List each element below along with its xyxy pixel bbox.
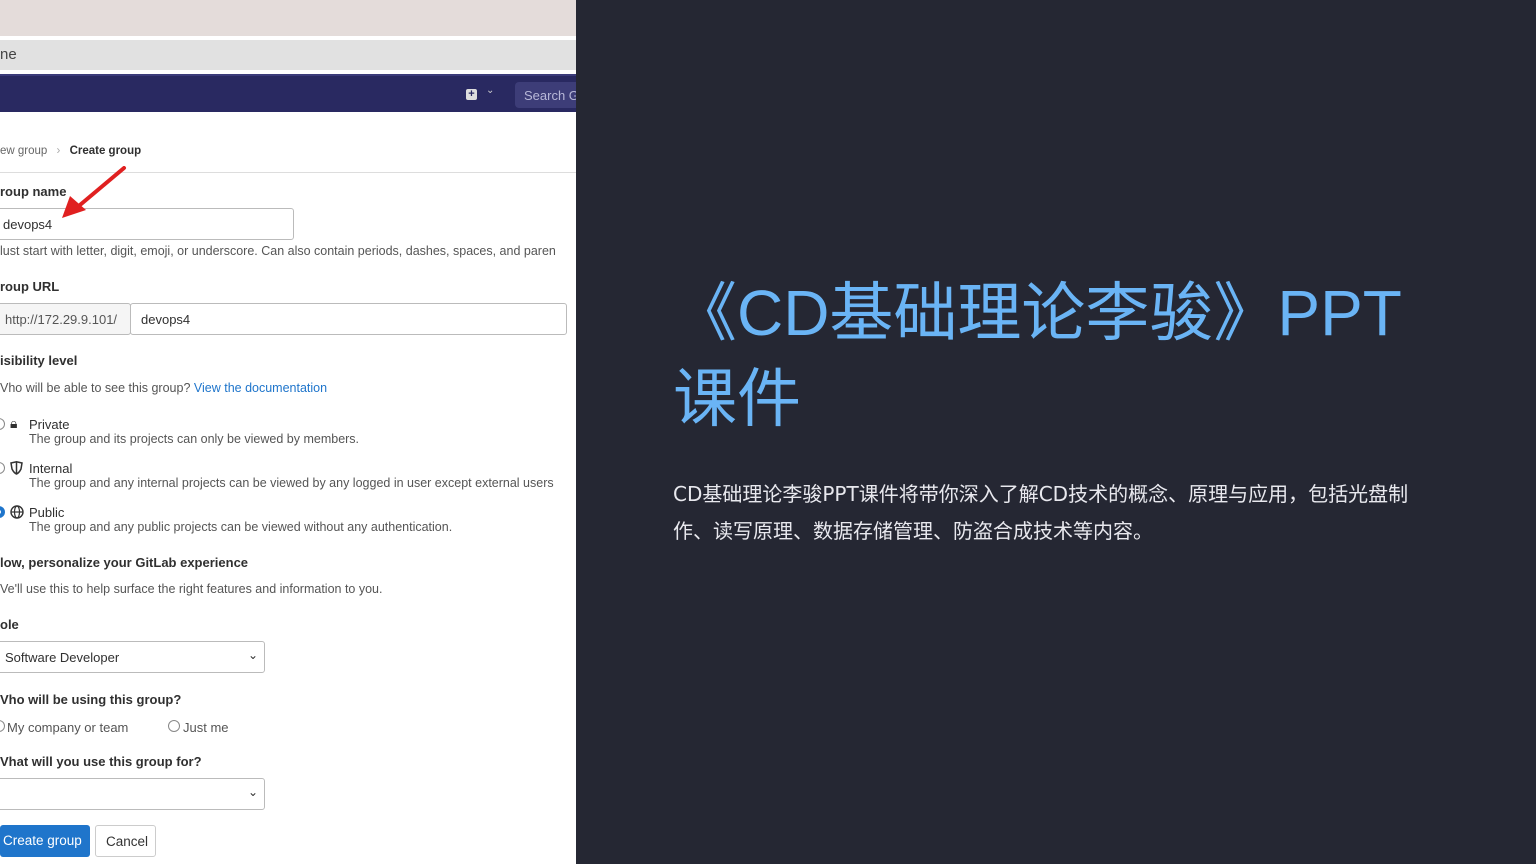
group-name-input[interactable]: devops4 — [0, 208, 294, 240]
role-value: Software Developer — [5, 650, 120, 665]
tab-title[interactable]: ne — [0, 46, 17, 63]
radio-public[interactable] — [0, 506, 5, 518]
chevron-down-icon[interactable]: ⌄ — [486, 85, 494, 96]
shield-icon — [10, 461, 23, 475]
who-label: Vho will be using this group? — [0, 692, 182, 707]
slide-title: 《CD基础理论李骏》PPT课件 — [673, 277, 1402, 435]
globe-icon — [10, 505, 24, 519]
personalize-help: Ve'll use this to help surface the right… — [0, 582, 383, 596]
browser-chrome — [0, 0, 576, 36]
option-label: Private — [29, 417, 70, 432]
option-label: Internal — [29, 461, 73, 476]
radio-internal[interactable] — [0, 462, 5, 474]
breadcrumb-parent[interactable]: ew group — [0, 145, 47, 157]
create-group-button[interactable]: Create group — [0, 825, 90, 857]
personalize-heading: low, personalize your GitLab experience — [0, 555, 249, 570]
group-name-help: lust start with letter, digit, emoji, or… — [0, 244, 556, 258]
group-url-label: roup URL — [0, 279, 60, 294]
breadcrumb: ew group › Create group — [0, 145, 142, 157]
option-desc: The group and any public projects can be… — [29, 520, 453, 534]
visibility-label: isibility level — [0, 353, 78, 368]
chevron-down-icon: ⌄ — [247, 648, 258, 662]
use-label: Vhat will you use this group for? — [0, 754, 202, 769]
red-arrow-annotation — [62, 166, 126, 218]
search-input[interactable]: Search G — [515, 82, 576, 108]
cancel-button[interactable]: Cancel — [95, 825, 156, 857]
option-desc: The group and its projects can only be v… — [29, 432, 360, 446]
breadcrumb-current: Create group — [69, 145, 142, 157]
role-select[interactable]: Software Developer ⌄ — [0, 641, 265, 673]
plus-square-icon[interactable]: + — [466, 89, 477, 100]
visibility-help: Vho will be able to see this group? — [0, 381, 191, 395]
option-label: Public — [29, 505, 65, 520]
group-url-input[interactable]: devops4 — [130, 303, 567, 335]
group-name-label: roup name — [0, 184, 67, 199]
url-prefix: http://172.29.9.101/ — [0, 303, 131, 335]
lock-icon: 🔒︎ — [10, 415, 18, 431]
radio-private[interactable] — [0, 418, 5, 430]
browser-tab-bar: ne — [0, 40, 576, 70]
option-label: Just me — [183, 720, 229, 735]
option-desc: The group and any internal projects can … — [29, 476, 554, 490]
navbar: + ⌄ Search G — [0, 74, 576, 112]
gitlab-screenshot: ne + ⌄ Search G ew group › Create group … — [0, 0, 576, 864]
option-label: My company or team — [7, 720, 129, 735]
role-label: ole — [0, 617, 19, 632]
documentation-link[interactable]: View the documentation — [194, 381, 327, 395]
slide-description: CD基础理论李骏PPT课件将带你深入了解CD技术的概念、原理与应用，包括光盘制作… — [673, 482, 1409, 543]
use-select[interactable]: ⌄ — [0, 778, 265, 810]
chevron-down-icon: ⌄ — [247, 785, 258, 799]
